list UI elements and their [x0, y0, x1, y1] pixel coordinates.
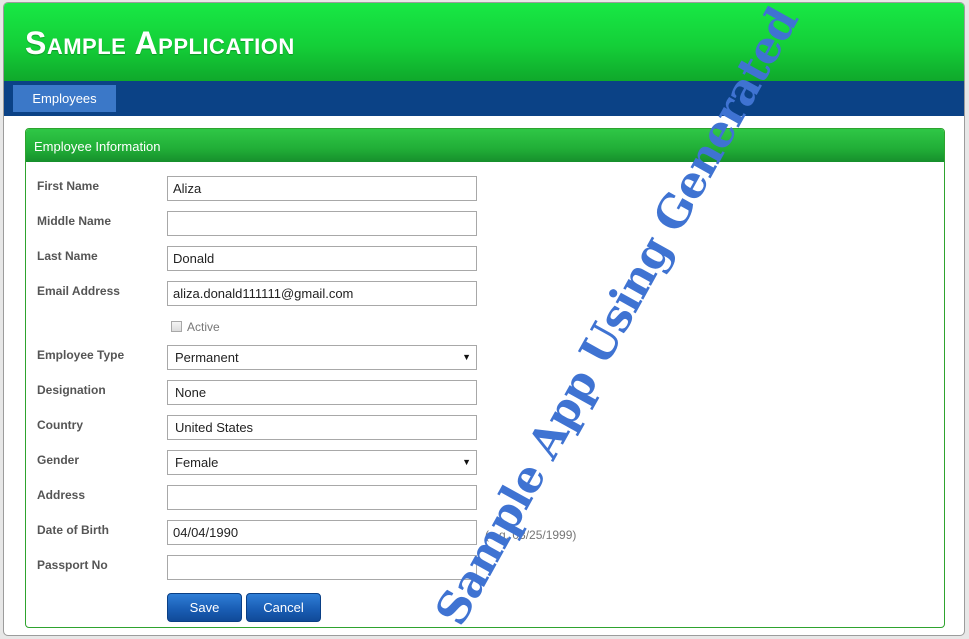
designation-select[interactable]: None	[167, 380, 477, 405]
email-address-label: Email Address	[37, 284, 120, 298]
nav-bar: Employees	[4, 81, 964, 116]
address-label: Address	[37, 488, 86, 502]
date-format-hint: (e.g. 03/25/1999)	[485, 528, 577, 542]
middle-name-label: Middle Name	[37, 214, 112, 228]
gender-selected: Female	[175, 455, 219, 470]
chevron-down-icon: ▼	[462, 352, 471, 362]
employee-info-panel: Employee Information	[25, 128, 945, 628]
date-of-birth-input[interactable]	[167, 520, 477, 545]
passport-no-label: Passport No	[37, 558, 108, 572]
active-label: Active	[187, 320, 220, 334]
save-button[interactable]: Save	[167, 593, 242, 622]
designation-selected: None	[175, 385, 207, 400]
last-name-label: Last Name	[37, 249, 98, 263]
designation-label: Designation	[37, 383, 106, 397]
employee-type-label: Employee Type	[37, 348, 125, 362]
country-selected: United States	[175, 420, 254, 435]
passport-no-input[interactable]	[167, 555, 477, 580]
employee-type-select[interactable]: Permanent ▼	[167, 345, 477, 370]
cancel-button[interactable]: Cancel	[246, 593, 321, 622]
first-name-input[interactable]	[167, 176, 477, 201]
active-checkbox[interactable]	[171, 321, 182, 332]
gender-label: Gender	[37, 453, 80, 467]
app-window: Sample Application Employees Employee In…	[3, 2, 965, 636]
chevron-down-icon: ▼	[462, 457, 471, 467]
app-header: Sample Application	[4, 3, 964, 81]
first-name-label: First Name	[37, 179, 100, 193]
address-input[interactable]	[167, 485, 477, 510]
employee-type-selected: Permanent	[175, 350, 239, 365]
country-select[interactable]: United States	[167, 415, 477, 440]
date-of-birth-label: Date of Birth	[37, 523, 109, 537]
app-title: Sample Application	[25, 25, 295, 61]
tab-employees[interactable]: Employees	[13, 85, 116, 112]
country-label: Country	[37, 418, 83, 432]
last-name-input[interactable]	[167, 246, 477, 271]
middle-name-input[interactable]	[167, 211, 477, 236]
panel-title: Employee Information	[26, 129, 944, 162]
email-address-input[interactable]	[167, 281, 477, 306]
gender-select[interactable]: Female ▼	[167, 450, 477, 475]
